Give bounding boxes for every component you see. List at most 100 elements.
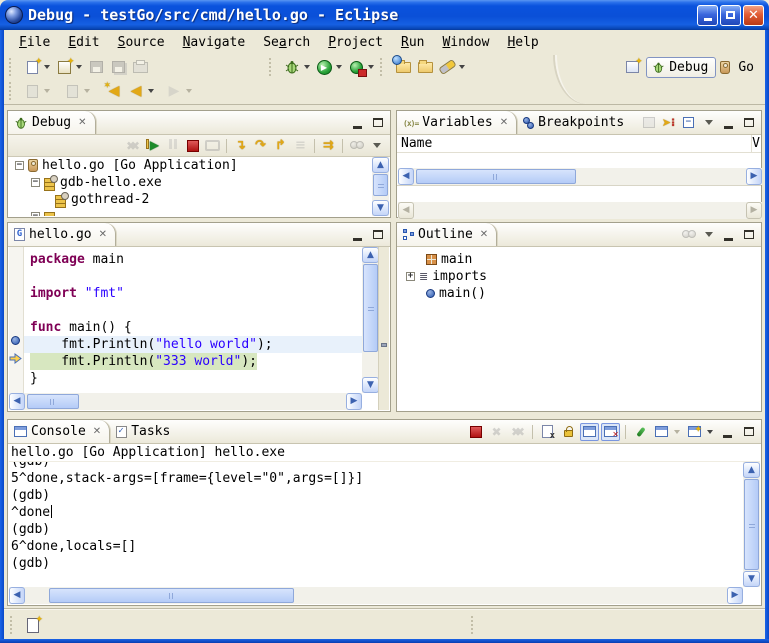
run-button[interactable]: ▶ bbox=[313, 56, 335, 78]
last-edit-dropdown[interactable] bbox=[44, 89, 50, 93]
console-hscrollbar[interactable]: ◀ ▶ bbox=[9, 587, 743, 604]
tree-row[interactable]: − hello.go [Go Application] bbox=[9, 157, 389, 174]
value-column-header[interactable]: V bbox=[752, 136, 760, 151]
show-type-names-button[interactable] bbox=[639, 114, 658, 132]
scroll-up-button[interactable]: ▲ bbox=[743, 462, 760, 478]
back-button[interactable]: ◀ bbox=[125, 80, 147, 102]
step-over-button[interactable]: ↷ bbox=[251, 137, 270, 155]
link-with-editor-button[interactable] bbox=[679, 226, 698, 244]
scrollbar-thumb[interactable] bbox=[49, 588, 294, 603]
breakpoints-tab[interactable]: Breakpoints bbox=[517, 111, 632, 134]
resume-button[interactable]: ▶ bbox=[143, 137, 162, 155]
menu-edit[interactable]: Edit bbox=[59, 33, 108, 52]
scroll-left-button[interactable]: ◀ bbox=[9, 587, 25, 604]
show-stderr-button[interactable]: ✕ bbox=[601, 423, 620, 441]
new-project-dropdown[interactable] bbox=[76, 65, 82, 69]
console-tab-close-icon[interactable]: ✕ bbox=[93, 426, 101, 437]
scroll-down-button[interactable]: ▼ bbox=[362, 377, 379, 393]
next-annotation-button[interactable] bbox=[61, 80, 83, 102]
scrollbar-thumb[interactable] bbox=[416, 169, 576, 184]
editor-overview-ruler[interactable] bbox=[378, 247, 389, 410]
outline-view-menu-button[interactable] bbox=[699, 226, 718, 244]
scroll-up-button[interactable]: ▲ bbox=[362, 247, 379, 263]
open-perspective-button[interactable]: ✦ bbox=[621, 56, 643, 78]
open-console-dropdown[interactable] bbox=[707, 430, 713, 434]
open-console-button[interactable]: ✦ bbox=[685, 423, 704, 441]
editor-annotation-ruler[interactable] bbox=[9, 247, 24, 393]
back-to-edit-button[interactable]: ◀✶ bbox=[103, 80, 125, 102]
tasks-tab[interactable]: Tasks bbox=[110, 420, 178, 443]
back-dropdown[interactable] bbox=[148, 89, 154, 93]
display-console-button[interactable] bbox=[652, 423, 671, 441]
outline-tab-close-icon[interactable]: ✕ bbox=[480, 229, 488, 240]
debug-dropdown[interactable] bbox=[304, 65, 310, 69]
new-project-button[interactable]: ✦ bbox=[53, 56, 75, 78]
collapse-expander-icon[interactable]: − bbox=[15, 161, 24, 170]
scrollbar-thumb[interactable] bbox=[363, 264, 378, 352]
scroll-left-button[interactable]: ◀ bbox=[398, 202, 414, 219]
collapse-expander-icon[interactable]: − bbox=[31, 178, 40, 187]
variables-tab-close-icon[interactable]: ✕ bbox=[500, 117, 508, 128]
maximize-button[interactable] bbox=[720, 5, 741, 26]
fast-view-button[interactable]: ✦ bbox=[24, 617, 41, 634]
scroll-up-button[interactable]: ▲ bbox=[372, 157, 389, 173]
outline-tab[interactable]: Outline ✕ bbox=[397, 223, 497, 246]
show-logical-structure-button[interactable]: ➤⁝ bbox=[659, 114, 678, 132]
toolbar-drag-handle[interactable] bbox=[9, 58, 16, 76]
editor-maximize-button[interactable] bbox=[368, 226, 387, 244]
disconnect-button[interactable] bbox=[203, 137, 222, 155]
variables-table-body[interactable] bbox=[397, 153, 761, 168]
overview-marker[interactable] bbox=[381, 343, 387, 347]
editor-vscrollbar[interactable]: ▲ ▼ bbox=[362, 247, 379, 393]
debug-view-minimize-button[interactable] bbox=[348, 114, 367, 132]
variables-tab[interactable]: Variables ✕ bbox=[397, 111, 517, 134]
menu-file[interactable]: File bbox=[10, 33, 59, 52]
outline-item-main-func[interactable]: main() bbox=[398, 285, 760, 302]
perspective-go-button[interactable]: Go bbox=[719, 56, 755, 78]
outline-view-minimize-button[interactable] bbox=[719, 226, 738, 244]
debug-view-tab[interactable]: Debug ✕ bbox=[8, 111, 96, 134]
close-button[interactable]: ✕ bbox=[743, 5, 764, 26]
suspend-button[interactable] bbox=[163, 137, 182, 155]
search-button[interactable] bbox=[436, 56, 458, 78]
new-wizard-button[interactable]: ✦ bbox=[21, 56, 43, 78]
use-step-filters-button[interactable]: ⇉ bbox=[319, 137, 338, 155]
perspective-debug-button[interactable]: Debug bbox=[646, 57, 716, 78]
console-tab[interactable]: Console ✕ bbox=[8, 420, 110, 443]
editor-minimize-button[interactable] bbox=[348, 226, 367, 244]
name-column-header[interactable]: Name bbox=[401, 136, 432, 151]
variables-detail-hscrollbar[interactable]: ◀ ▶ bbox=[398, 202, 762, 219]
outline-item-package[interactable]: main bbox=[398, 251, 760, 268]
scroll-left-button[interactable]: ◀ bbox=[398, 168, 414, 185]
menu-source[interactable]: Source bbox=[109, 33, 174, 52]
menu-help[interactable]: Help bbox=[498, 33, 547, 52]
tree-row[interactable]: − gdb-hello.exe bbox=[9, 174, 389, 191]
minimize-button[interactable] bbox=[697, 5, 718, 26]
variables-table-header[interactable]: Name V bbox=[397, 135, 761, 153]
run-dropdown[interactable] bbox=[336, 65, 342, 69]
scroll-right-button[interactable]: ▶ bbox=[346, 393, 362, 410]
step-into-button[interactable]: ↴ bbox=[231, 137, 250, 155]
collapse-expander-icon[interactable]: − bbox=[31, 212, 40, 216]
tree-row[interactable]: gothread-2 bbox=[9, 191, 389, 208]
forward-dropdown[interactable] bbox=[186, 89, 192, 93]
scroll-down-button[interactable]: ▼ bbox=[372, 200, 389, 216]
menu-window[interactable]: Window bbox=[433, 33, 498, 52]
variables-hscrollbar[interactable]: ◀ ▶ bbox=[398, 168, 762, 185]
debug-tab-close-icon[interactable]: ✕ bbox=[78, 117, 86, 128]
scroll-left-button[interactable]: ◀ bbox=[9, 393, 25, 410]
scrollbar-thumb[interactable] bbox=[744, 479, 759, 570]
new-wizard-dropdown[interactable] bbox=[44, 65, 50, 69]
scroll-lock-button[interactable] bbox=[559, 423, 578, 441]
scrollbar-thumb[interactable] bbox=[373, 174, 388, 196]
open-resource-button[interactable] bbox=[414, 56, 436, 78]
debug-tree-vscrollbar[interactable]: ▲ ▼ bbox=[372, 157, 389, 216]
tree-row-clipped[interactable]: − bbox=[9, 208, 389, 216]
menu-run[interactable]: Run bbox=[392, 33, 433, 52]
code-area[interactable]: package main import "fmt" func main() { … bbox=[24, 247, 362, 393]
breakpoint-icon[interactable] bbox=[11, 336, 20, 345]
editor-tab-close-icon[interactable]: ✕ bbox=[99, 229, 107, 240]
link-view-button[interactable] bbox=[347, 137, 366, 155]
toolbar-drag-handle[interactable] bbox=[269, 58, 276, 76]
show-stdout-button[interactable] bbox=[580, 423, 599, 441]
